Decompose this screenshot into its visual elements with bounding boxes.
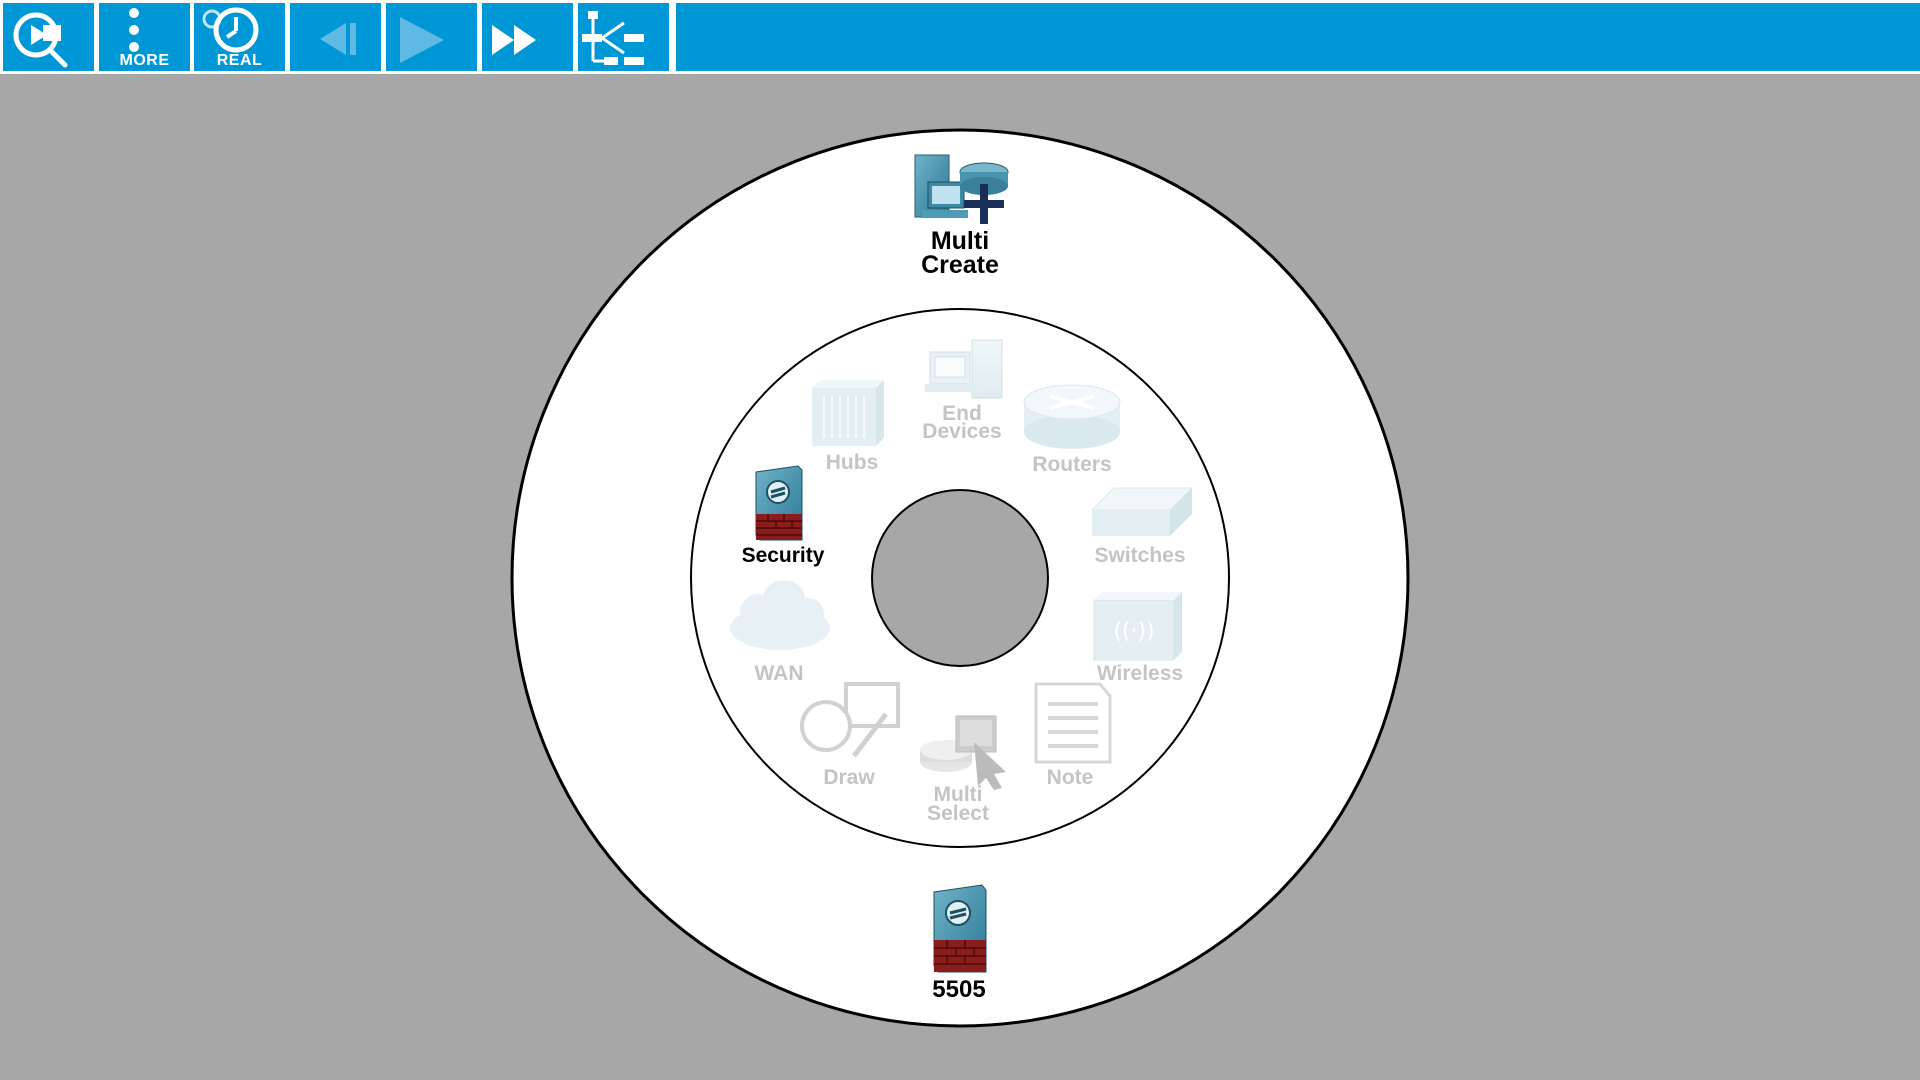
- end-devices-label-line2: Devices: [922, 420, 1001, 443]
- category-end-devices[interactable]: End Devices: [922, 339, 1003, 443]
- hubs-label: Hubs: [826, 451, 879, 474]
- routers-label: Routers: [1032, 453, 1111, 476]
- note-icon: [1034, 682, 1112, 764]
- svg-text:((·)): ((·)): [1113, 619, 1154, 644]
- multi-select-label-line2: Select: [927, 802, 989, 825]
- asa-5505-item[interactable]: 5505: [932, 884, 987, 1003]
- switch-icon: [1090, 487, 1194, 536]
- note-label: Note: [1047, 766, 1094, 789]
- multi-create-label-line2: Create: [921, 251, 999, 279]
- asa-5505-label: 5505: [932, 976, 985, 1003]
- wireless-icon: ((·)): [1093, 592, 1182, 661]
- wan-label: WAN: [755, 662, 804, 685]
- security-label: Security: [742, 544, 825, 567]
- wireless-label: Wireless: [1097, 662, 1183, 685]
- category-switches[interactable]: Switches: [1090, 487, 1194, 567]
- hub-icon: [812, 380, 884, 446]
- switches-label: Switches: [1094, 544, 1185, 567]
- draw-label: Draw: [823, 766, 875, 789]
- center-hole: [871, 489, 1049, 667]
- security-firewall-icon: [755, 465, 803, 541]
- category-wireless[interactable]: ((·)) Wireless: [1093, 592, 1183, 685]
- device-selection-wheel: Multi Create 5505 End Devices Routers Sw…: [510, 128, 1410, 1028]
- router-icon: [1023, 384, 1121, 449]
- asa-firewall-icon: [933, 884, 987, 973]
- category-routers[interactable]: Routers: [1023, 384, 1121, 476]
